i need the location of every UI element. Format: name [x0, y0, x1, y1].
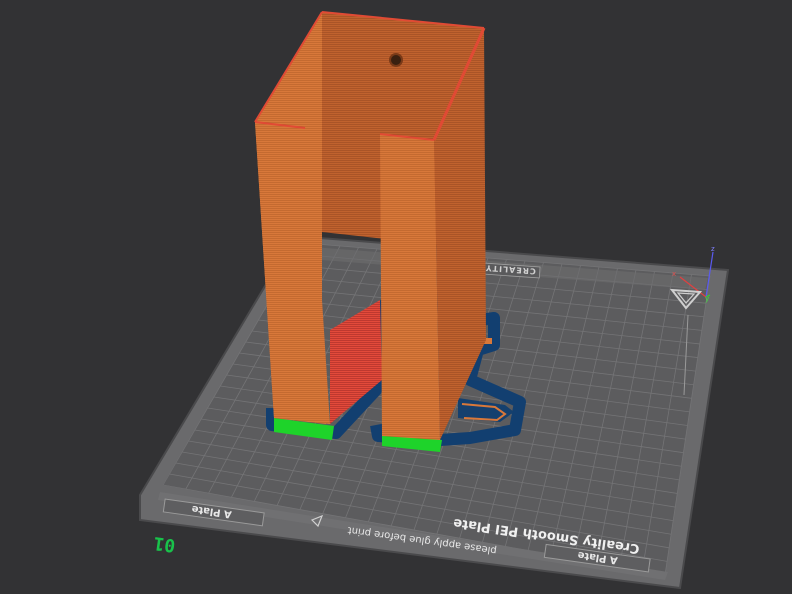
- axis-y-label: y: [705, 295, 709, 303]
- model-right-pillar: [380, 134, 440, 440]
- mounting-hole: [389, 53, 403, 67]
- axis-z-label: z: [711, 245, 715, 253]
- axis-x-label: x: [672, 270, 676, 278]
- gcode-model[interactable]: [254, 11, 526, 452]
- plate-number: 01: [152, 532, 176, 556]
- 3d-viewport[interactable]: A Plate A Plate CREALITY Creality Smooth…: [0, 0, 792, 594]
